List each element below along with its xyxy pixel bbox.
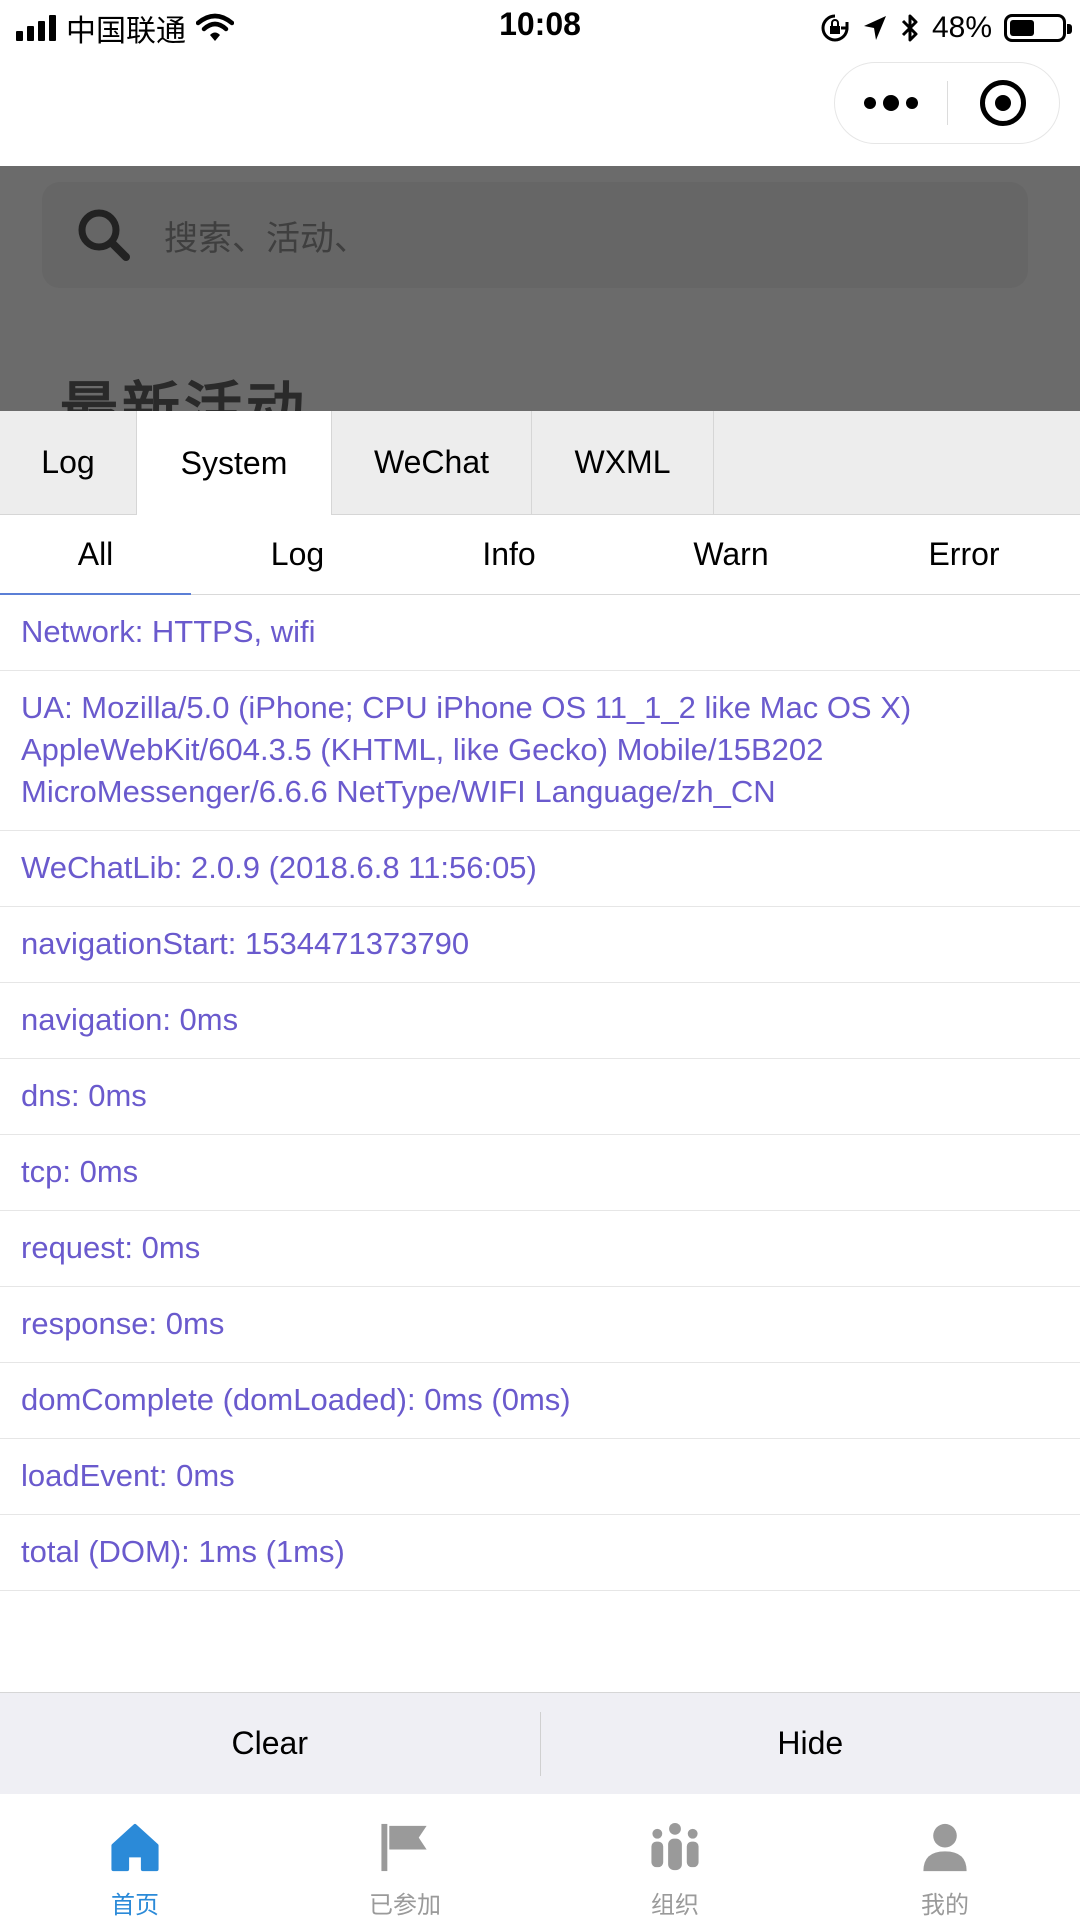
subtab-log[interactable]: Log	[191, 515, 404, 594]
battery-percent: 48%	[931, 11, 992, 44]
tab-label: 首页	[111, 1891, 159, 1919]
vconsole-subtabs: All Log Info Warn Error	[0, 515, 1080, 595]
status-bar: 中国联通 10:08 48%	[0, 0, 1080, 56]
tab-label: 组织	[651, 1891, 699, 1919]
vconsole-panel: Log System WeChat WXML All Log Info Warn…	[0, 411, 1080, 1794]
more-dots-icon	[863, 95, 918, 111]
more-button[interactable]	[835, 63, 947, 143]
tab-label: Log	[41, 444, 95, 480]
close-button[interactable]	[948, 63, 1060, 143]
subtab-label: Log	[270, 536, 325, 572]
group-icon	[651, 1822, 699, 1871]
tab-label: WXML	[574, 444, 671, 480]
subtab-warn[interactable]: Warn	[614, 515, 848, 594]
tab-wechat[interactable]: WeChat	[332, 411, 532, 514]
tab-joined[interactable]: 已参加	[270, 1794, 540, 1920]
log-entry: tcp: 0ms	[0, 1135, 1080, 1211]
user-icon	[923, 1823, 967, 1872]
subtab-info[interactable]: Info	[404, 515, 614, 594]
rotation-lock-icon	[821, 14, 849, 42]
home-icon	[111, 1823, 159, 1872]
battery-icon	[1004, 14, 1072, 42]
page-behind-overlay[interactable]: 搜索、活动、 最新活动	[0, 166, 1080, 411]
search-bar[interactable]: 搜索、活动、	[42, 182, 1028, 288]
subtab-label: Error	[928, 536, 1000, 572]
search-icon	[78, 209, 130, 261]
log-entry: dns: 0ms	[0, 1059, 1080, 1135]
tab-log[interactable]: Log	[0, 411, 137, 514]
close-target-icon	[980, 80, 1027, 126]
tab-organization[interactable]: 组织	[540, 1794, 810, 1920]
log-entry: UA: Mozilla/5.0 (iPhone; CPU iPhone OS 1…	[0, 671, 1080, 831]
tab-label: 我的	[921, 1891, 969, 1919]
subtab-all[interactable]: All	[0, 515, 191, 595]
hide-button[interactable]: Hide	[541, 1693, 1080, 1794]
bluetooth-icon	[901, 14, 918, 42]
tab-mine[interactable]: 我的	[810, 1794, 1080, 1920]
status-right: 48%	[820, 8, 1072, 48]
vconsole-toolbar: Clear Hide	[0, 1692, 1080, 1794]
subtab-label: Info	[482, 536, 536, 572]
subtab-label: Warn	[693, 536, 769, 572]
log-entry: navigationStart: 1534471373790	[0, 907, 1080, 983]
tab-home[interactable]: 首页	[0, 1794, 270, 1920]
search-placeholder: 搜索、活动、	[164, 218, 368, 259]
log-list[interactable]: Network: HTTPS, wifi UA: Mozilla/5.0 (iP…	[0, 595, 1080, 1591]
log-entry: WeChatLib: 2.0.9 (2018.6.8 11:56:05)	[0, 831, 1080, 907]
battery-tip	[1067, 24, 1072, 34]
bottom-tab-bar: 首页 已参加 组织 我的	[0, 1794, 1080, 1920]
subtab-label: All	[77, 536, 114, 572]
log-entry: Network: HTTPS, wifi	[0, 595, 1080, 671]
log-entry: response: 0ms	[0, 1287, 1080, 1363]
battery-fill	[1010, 20, 1034, 36]
nav-bar	[0, 56, 1080, 166]
section-title: 最新活动	[60, 375, 309, 411]
miniprogram-capsule	[834, 62, 1060, 144]
log-entry: domComplete (domLoaded): 0ms (0ms)	[0, 1363, 1080, 1439]
log-entry: request: 0ms	[0, 1211, 1080, 1287]
tab-label: System	[180, 444, 288, 481]
tab-system[interactable]: System	[137, 411, 332, 515]
subtab-error[interactable]: Error	[848, 515, 1080, 594]
log-entry: loadEvent: 0ms	[0, 1439, 1080, 1515]
log-entry: navigation: 0ms	[0, 983, 1080, 1059]
log-entry: total (DOM): 1ms (1ms)	[0, 1515, 1080, 1591]
flag-icon	[381, 1823, 427, 1872]
tab-wxml[interactable]: WXML	[532, 411, 714, 514]
tab-label: WeChat	[373, 444, 489, 480]
clear-button[interactable]: Clear	[0, 1693, 540, 1794]
vconsole-tabbar: Log System WeChat WXML	[0, 411, 1080, 515]
location-icon	[863, 16, 886, 40]
tab-label: 已参加	[369, 1891, 441, 1919]
